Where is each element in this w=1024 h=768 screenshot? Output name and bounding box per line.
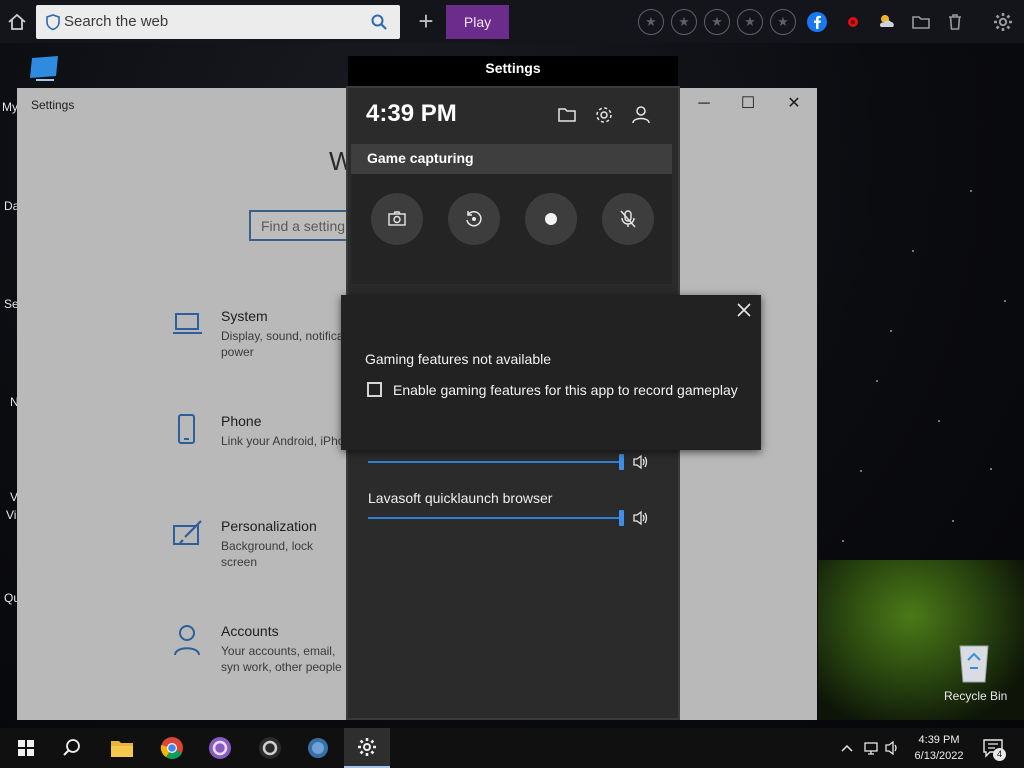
taskbar-settings-active[interactable] <box>344 728 390 768</box>
recycle-bin-icon[interactable] <box>954 640 994 684</box>
category-title: System <box>221 308 268 324</box>
find-setting-placeholder: Find a setting <box>261 218 346 234</box>
camera-icon <box>388 211 406 226</box>
volume-icon[interactable] <box>884 740 902 756</box>
chrome-icon[interactable] <box>158 734 186 762</box>
app-ring-icon[interactable] <box>256 734 284 762</box>
volume-slider-handle[interactable] <box>619 510 624 526</box>
facebook-icon[interactable] <box>806 11 828 33</box>
taskbar-clock[interactable]: 4:39 PM 6/13/2022 <box>904 732 974 764</box>
game-bar-time: 4:39 PM <box>366 100 457 127</box>
category-title: Personalization <box>221 518 317 534</box>
start-button[interactable] <box>12 734 40 762</box>
star-icon[interactable]: ★ <box>638 9 664 35</box>
enable-gaming-checkbox[interactable] <box>367 382 382 397</box>
find-setting-input[interactable]: Find a setting <box>249 210 349 241</box>
search-input[interactable]: Search the web <box>64 13 168 30</box>
category-description: Display, sound, notifica power <box>221 329 344 359</box>
star-icon[interactable]: ★ <box>671 9 697 35</box>
mic-off-icon <box>620 210 636 228</box>
volume-slider-track[interactable] <box>368 517 622 519</box>
desktop-label[interactable]: Vi <box>6 508 16 522</box>
home-icon[interactable] <box>6 11 28 33</box>
record-last-button[interactable] <box>448 193 500 245</box>
star-icon[interactable]: ★ <box>770 9 796 35</box>
add-icon[interactable]: + <box>414 8 438 34</box>
paintbrush-icon <box>171 518 205 552</box>
clock-time: 4:39 PM <box>918 734 960 746</box>
notification-count-badge: 4 <box>993 748 1006 761</box>
this-pc-icon[interactable] <box>26 54 62 86</box>
desktop-label[interactable]: My <box>2 100 18 114</box>
recycle-bin-label[interactable]: Recycle Bin <box>944 689 1007 703</box>
replay-icon <box>466 211 482 227</box>
laptop-icon <box>171 308 205 342</box>
chevron-up-icon[interactable] <box>838 740 856 756</box>
close-button[interactable]: ✕ <box>771 88 817 120</box>
trash-icon[interactable] <box>944 11 966 33</box>
game-capturing-title: Game capturing <box>367 150 474 166</box>
star-icon[interactable]: ★ <box>737 9 763 35</box>
microphone-toggle-button[interactable] <box>602 193 654 245</box>
gaming-features-dialog: Gaming features not available Enable gam… <box>341 295 761 450</box>
minimize-button[interactable]: ─ <box>681 88 727 120</box>
speaker-icon[interactable] <box>632 510 650 526</box>
category-description: Background, lock screen <box>221 539 314 569</box>
close-icon[interactable] <box>735 301 753 319</box>
account-icon[interactable] <box>630 104 652 126</box>
phone-icon <box>171 413 205 447</box>
clock-date: 6/13/2022 <box>914 750 964 762</box>
enable-gaming-label[interactable]: Enable gaming features for this app to r… <box>393 382 738 398</box>
audio-app-label: Lavasoft quicklaunch browser <box>368 490 553 506</box>
category-description: Link your Android, iPho <box>221 434 345 448</box>
star-icon[interactable]: ★ <box>704 9 730 35</box>
game-bar-header-title: Settings <box>485 60 541 76</box>
search-icon[interactable] <box>370 13 388 31</box>
extension-icon[interactable] <box>842 11 864 33</box>
window-title: Settings <box>31 98 75 112</box>
maximize-button[interactable]: ☐ <box>725 88 771 120</box>
dialog-message: Gaming features not available <box>365 351 551 367</box>
person-icon <box>171 623 205 657</box>
app-globe-icon[interactable] <box>304 734 332 762</box>
volume-slider-handle[interactable] <box>619 454 624 470</box>
settings-gear-icon[interactable] <box>593 104 615 126</box>
screenshot-button[interactable] <box>371 193 423 245</box>
category-title: Accounts <box>221 623 279 639</box>
gallery-folder-icon[interactable] <box>556 104 578 126</box>
volume-slider-track[interactable] <box>368 461 622 463</box>
folder-icon[interactable] <box>910 11 932 33</box>
play-button[interactable]: Play <box>446 5 509 39</box>
record-icon <box>545 213 557 225</box>
app-purple-icon[interactable] <box>206 734 234 762</box>
start-recording-button[interactable] <box>525 193 577 245</box>
weather-icon[interactable] <box>876 11 898 33</box>
network-icon[interactable] <box>862 740 880 756</box>
game-bar-header: Settings <box>348 56 678 88</box>
settings-gear-icon <box>358 738 376 756</box>
shield-icon <box>44 13 62 31</box>
file-explorer-icon[interactable] <box>108 734 136 762</box>
category-description: Your accounts, email, syn work, other pe… <box>221 644 342 674</box>
game-capturing-header: Game capturing <box>351 144 672 174</box>
category-title: Phone <box>221 413 262 429</box>
speaker-icon[interactable] <box>632 454 650 470</box>
search-icon[interactable] <box>58 734 86 762</box>
web-search-box[interactable]: Search the web <box>36 5 400 39</box>
gear-icon[interactable] <box>992 11 1014 33</box>
